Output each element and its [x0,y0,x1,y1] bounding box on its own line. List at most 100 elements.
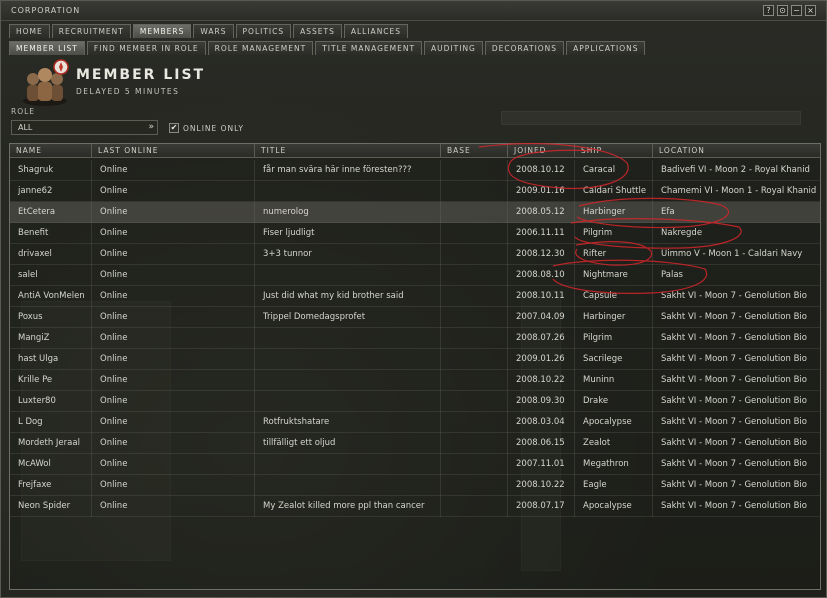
role-label: ROLE [11,107,36,116]
tab-wars[interactable]: WARS [193,24,234,38]
cell-joined: 2008.09.30 [508,391,575,412]
table-row[interactable]: Mordeth Jeraal Online tillfälligt ett olju… [10,433,820,454]
cell-ship: Drake [575,391,653,412]
cell-base [441,181,508,202]
cell-joined: 2008.03.04 [508,412,575,433]
cell-name: L Dog [10,412,92,433]
cell-last-online: Online [92,391,255,412]
table-row[interactable]: hast Ulga Online 2009.01.26 Sacrilege Sakht … [10,349,820,370]
table-row[interactable]: Luxter80 Online 2008.09.30 Drake Sakht VI - … [10,391,820,412]
cell-base [441,412,508,433]
cell-joined: 2008.07.26 [508,328,575,349]
cell-last-online: Online [92,307,255,328]
column-header-base[interactable]: BASE [441,144,508,158]
cell-name: Neon Spider [10,496,92,517]
cell-joined: 2009.01.26 [508,349,575,370]
page-title: MEMBER LIST [76,67,206,83]
cell-title: My Zealot killed more ppl than cancer [255,496,441,517]
cell-ship: Rifter [575,244,653,265]
cell-location: Sakht VI - Moon 7 - Genolution Bio [653,349,820,370]
table-row[interactable]: L Dog Online Rotfruktshatare 2008.03.04 Apoc… [10,412,820,433]
cell-base [441,370,508,391]
cell-location: Sakht VI - Moon 7 - Genolution Bio [653,433,820,454]
table-row[interactable]: Neon Spider Online My Zealot killed more p… [10,496,820,517]
table-row[interactable]: salel Online 2008.08.10 Nightmare Palas [10,265,820,286]
cell-location: Badivefi VI - Moon 2 - Royal Khanid [653,160,820,181]
cell-location: Sakht VI - Moon 7 - Genolution Bio [653,370,820,391]
tab-alliances[interactable]: ALLIANCES [343,24,409,38]
tab-recruitment[interactable]: RECRUITMENT [51,24,131,38]
cell-base [441,349,508,370]
subtab-applications[interactable]: APPLICATIONS [566,41,646,55]
table-row[interactable]: Shagruk Online får man svära här inne före… [10,160,820,181]
cell-last-online: Online [92,349,255,370]
role-dropdown[interactable]: ALL » [11,120,158,135]
column-header-location[interactable]: LOCATION [653,144,820,158]
column-header-joined[interactable]: JOINED [508,144,575,158]
cell-base [441,391,508,412]
cell-ship: Eagle [575,475,653,496]
cell-base [441,496,508,517]
column-header-title[interactable]: TITLE [255,144,441,158]
cell-joined: 2008.10.11 [508,286,575,307]
table-row[interactable]: McAWol Online 2007.11.01 Megathron Sakht VI … [10,454,820,475]
tab-assets[interactable]: ASSETS [293,24,342,38]
cell-last-online: Online [92,496,255,517]
subtab-title-management[interactable]: TITLE MANAGEMENT [315,41,423,55]
cell-title: Rotfruktshatare [255,412,441,433]
cell-base [441,244,508,265]
subtab-role-management[interactable]: ROLE MANAGEMENT [207,41,314,55]
cell-name: Mordeth Jeraal [10,433,92,454]
background-pipe [501,111,801,125]
table-row[interactable]: Krille Pe Online 2008.10.22 Muninn Sakht VI … [10,370,820,391]
table-row[interactable]: Benefit Online Fiser ljudligt 2006.11.11 Pil… [10,223,820,244]
cell-name: Luxter80 [10,391,92,412]
cell-base [441,475,508,496]
column-header-ship[interactable]: SHIP [575,144,653,158]
subtab-member-list[interactable]: MEMBER LIST [9,41,85,55]
subtab-decorations[interactable]: DECORATIONS [484,41,565,55]
cell-ship: Harbinger [575,307,653,328]
tab-members[interactable]: MEMBERS [132,24,192,38]
cell-title: Fiser ljudligt [255,223,441,244]
minimize-button[interactable]: − [791,5,802,16]
table-row[interactable]: MangiZ Online 2008.07.26 Pilgrim Sakht VI - … [10,328,820,349]
cell-ship: Caracal [575,160,653,181]
column-header-name[interactable]: NAME [10,144,92,158]
tab-home[interactable]: HOME [9,24,50,38]
cell-base [441,433,508,454]
cell-location: Nakregde [653,223,820,244]
cell-ship: Caldari Shuttle [575,181,653,202]
cell-last-online: Online [92,412,255,433]
cell-last-online: Online [92,265,255,286]
pin-button[interactable]: ⊙ [777,5,788,16]
subtab-auditing[interactable]: AUDITING [424,41,483,55]
column-header-last-online[interactable]: LAST ONLINE [92,144,255,158]
help-button[interactable]: ? [763,5,774,16]
cell-name: janne62 [10,181,92,202]
chevron-down-icon: » [148,122,154,132]
close-button[interactable]: × [805,5,816,16]
table-row[interactable]: drivaxel Online 3+3 tunnor 2008.12.30 Rifter… [10,244,820,265]
cell-name: drivaxel [10,244,92,265]
table-row[interactable]: Frejfaxe Online 2008.10.22 Eagle Sakht VI - … [10,475,820,496]
cell-name: EtCetera [10,202,92,223]
cell-joined: 2008.10.12 [508,160,575,181]
cell-last-online: Online [92,433,255,454]
tab-politics[interactable]: POLITICS [235,24,292,38]
cell-location: Efa [653,202,820,223]
cell-ship: Pilgrim [575,328,653,349]
table-row[interactable]: EtCetera Online numerolog 2008.05.12 Harbing… [10,202,820,223]
table-row[interactable]: Poxus Online Trippel Domedagsprofet 2007.04… [10,307,820,328]
online-only-checkbox[interactable]: ✔ [169,123,179,133]
title-bar[interactable]: CORPORATION ? ⊙ − × [1,1,826,21]
cell-location: Sakht VI - Moon 7 - Genolution Bio [653,328,820,349]
cell-last-online: Online [92,454,255,475]
cell-last-online: Online [92,160,255,181]
table-row[interactable]: janne62 Online 2009.01.16 Caldari Shuttle Ch… [10,181,820,202]
subtab-find-member-in-role[interactable]: FIND MEMBER IN ROLE [86,41,206,55]
cell-base [441,328,508,349]
member-table: NAME LAST ONLINE TITLE BASE JOINED SHIP LOCATI… [9,143,821,590]
cell-name: hast Ulga [10,349,92,370]
table-row[interactable]: AntiA VonMelen Online Just did what my kid… [10,286,820,307]
